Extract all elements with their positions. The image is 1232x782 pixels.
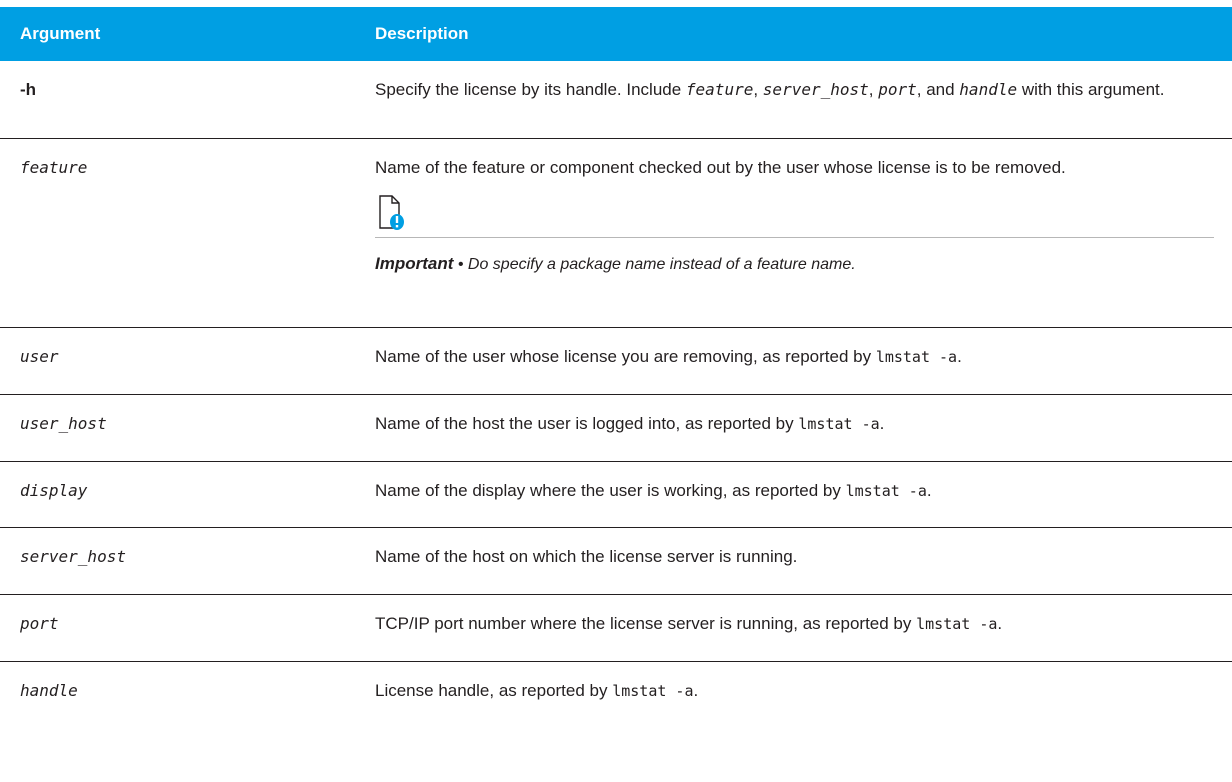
description-cell: Name of the user whose license you are r… <box>375 328 1232 394</box>
description-italic-term: port <box>878 80 917 99</box>
description-cell: TCP/IP port number where the license ser… <box>375 595 1232 661</box>
table-row: handle License handle, as reported by lm… <box>0 662 1232 724</box>
argument-cell: handle <box>20 681 78 700</box>
description-text: , and <box>916 80 960 99</box>
note-icon-bar <box>375 195 1214 238</box>
argument-cell: server_host <box>20 547 126 566</box>
description-end: . <box>957 347 962 366</box>
description-end: . <box>997 614 1003 633</box>
argument-cell: user <box>20 347 59 366</box>
note-important-icon <box>379 195 404 230</box>
command-code: lmstat -a <box>798 415 880 433</box>
description-italic-term: handle <box>959 80 1018 99</box>
table-row: server_host Name of the host on which th… <box>0 528 1232 595</box>
description-cell: License handle, as reported by lmstat -a… <box>375 662 1232 724</box>
table-row: port TCP/IP port number where the licens… <box>0 595 1232 662</box>
description-italic-term: feature <box>685 80 754 99</box>
header-argument: Argument <box>20 24 101 43</box>
description-text: TCP/IP port number where the license ser… <box>375 614 917 633</box>
note-text: Important • Do specify a package name in… <box>375 238 1214 278</box>
command-code: lmstat -a <box>916 615 998 633</box>
argument-cell: feature <box>20 158 88 177</box>
argument-table: Argument Description -h Specify the lice… <box>0 7 1232 724</box>
table-row: user_host Name of the host the user is l… <box>0 395 1232 462</box>
argument-cell: user_host <box>20 414 107 433</box>
description-cell: Name of the host on which the license se… <box>375 547 798 566</box>
description-cell: Name of the feature or component checked… <box>375 139 1232 327</box>
description-text: Name of the host the user is logged into… <box>375 414 799 433</box>
description-cell: Specify the license by its handle. Inclu… <box>375 61 1232 138</box>
argument-cell: port <box>20 614 59 633</box>
description-text: Name of the user whose license you are r… <box>375 347 876 366</box>
description-cell: Name of the display where the user is wo… <box>375 462 1232 527</box>
important-note: Important • Do specify a package name in… <box>375 195 1214 278</box>
description-italic-term: server_host <box>762 80 869 99</box>
description-text: , <box>868 80 879 99</box>
description-text: License handle, as reported by <box>375 681 613 700</box>
description-text: , <box>753 80 763 99</box>
note-lead: Important <box>375 254 454 273</box>
command-code: lmstat -a <box>612 682 694 700</box>
note-bullet: • <box>453 256 468 273</box>
description-text: Name of the display where the user is wo… <box>375 481 846 500</box>
table-row: user Name of the user whose license you … <box>0 328 1232 395</box>
description-text: Specify the license by its handle. Inclu… <box>375 80 686 99</box>
table-row: -h Specify the license by its handle. In… <box>0 61 1232 139</box>
table-row: feature Name of the feature or component… <box>0 139 1232 328</box>
argument-cell: display <box>20 481 88 500</box>
table-row: display Name of the display where the us… <box>0 462 1232 528</box>
description-text: Name of the feature or component checked… <box>375 158 1066 177</box>
header-description: Description <box>375 24 469 43</box>
description-text: with this argument. <box>1017 80 1165 99</box>
note-body: Do specify a package name instead of a f… <box>467 256 856 273</box>
description-end: . <box>693 681 699 700</box>
command-code: lmstat -a <box>845 482 927 500</box>
argument-cell: -h <box>20 80 37 99</box>
description-cell: Name of the host the user is logged into… <box>375 395 1232 461</box>
description-end: . <box>879 414 885 433</box>
description-end: . <box>926 481 932 500</box>
table-header: Argument Description <box>0 7 1232 61</box>
command-code: lmstat -a <box>875 348 958 366</box>
